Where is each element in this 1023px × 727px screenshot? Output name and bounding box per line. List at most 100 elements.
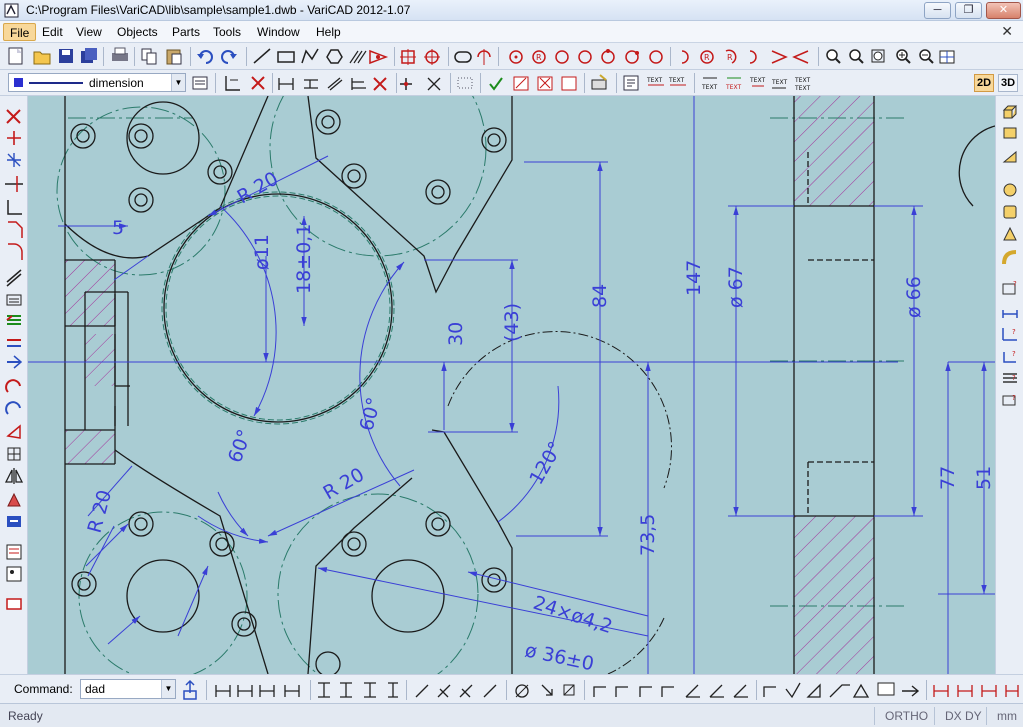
line-tool-icon[interactable] [253, 48, 271, 64]
export-icon[interactable] [183, 679, 197, 700]
circle-tangent-icon[interactable] [601, 49, 615, 64]
redo-icon[interactable] [221, 50, 237, 64]
dim-diameter-icon[interactable] [515, 684, 529, 698]
dim-horizontal-icon[interactable] [278, 78, 294, 90]
tolerance-icon[interactable] [763, 686, 776, 697]
arc-tangent-icon[interactable] [749, 50, 757, 64]
status-dxdy[interactable]: DX DY [934, 707, 982, 725]
dim-h3-icon[interactable] [259, 685, 275, 697]
menu-view[interactable]: View [70, 23, 108, 41]
dim-ordinate3-icon[interactable] [639, 686, 652, 697]
list-entities-icon[interactable] [6, 566, 22, 582]
cylinder-icon[interactable] [1003, 205, 1017, 219]
stretch-icon[interactable] [7, 492, 21, 507]
dim-baseline-icon[interactable] [351, 78, 366, 90]
zoom-in-icon[interactable] [896, 49, 911, 64]
array-icon[interactable] [7, 447, 21, 461]
menu-edit[interactable]: Edit [36, 23, 69, 41]
dim-ordinate2-icon[interactable] [615, 686, 628, 697]
fillet-icon[interactable] [8, 243, 23, 260]
roughness-icon[interactable] [785, 682, 801, 699]
print-icon[interactable] [112, 47, 128, 61]
explode-icon[interactable] [7, 516, 21, 527]
save-all-icon[interactable] [81, 48, 97, 63]
hatch-copy-icon[interactable] [561, 76, 577, 91]
circle-3p-icon[interactable] [578, 50, 592, 64]
dim-aligned-icon[interactable] [327, 77, 343, 91]
cone-icon[interactable] [1003, 226, 1017, 241]
dim-arc-icon[interactable] [563, 684, 575, 696]
copy-entity-icon[interactable] [7, 355, 23, 369]
text-vertical-icon[interactable]: TEXTTEXT [794, 77, 810, 92]
text-align-center-icon[interactable]: TEXT [725, 77, 741, 91]
frame-text-icon[interactable] [877, 682, 895, 696]
mode-3d-button[interactable]: 3D [998, 74, 1018, 92]
properties-icon[interactable] [6, 544, 22, 560]
circle-fillet-icon[interactable] [649, 50, 663, 64]
open-file-icon[interactable] [33, 51, 51, 65]
sphere-icon[interactable] [1003, 183, 1017, 197]
scale-entity-icon[interactable] [6, 424, 21, 439]
maximize-button[interactable]: ❐ [955, 2, 982, 19]
arc-mirror-icon[interactable] [771, 50, 788, 64]
save-icon[interactable] [59, 49, 73, 63]
dim-aligned-c-icon[interactable] [459, 684, 473, 698]
measure-radius-icon[interactable]: ? [1003, 350, 1016, 363]
minimize-button[interactable]: ─ [924, 2, 951, 19]
pattern-icon[interactable] [6, 294, 22, 306]
arc-3p-icon[interactable]: R [725, 49, 737, 64]
rotate-entity-icon[interactable] [5, 379, 21, 393]
leader-icon[interactable] [829, 684, 850, 698]
dim-angle2-icon[interactable] [709, 684, 724, 698]
status-ortho[interactable]: ORTHO [874, 707, 928, 725]
dim-v3-icon[interactable] [364, 682, 376, 698]
delete-entity-icon[interactable] [6, 109, 21, 124]
rectangle-tool-icon[interactable] [277, 51, 295, 63]
text-edit2-icon[interactable]: TEXT [668, 77, 686, 86]
block-icon[interactable] [591, 74, 607, 90]
dim-edit2-icon[interactable] [957, 685, 973, 697]
document-close-icon[interactable]: ✕ [1001, 23, 1013, 40]
hatch-delete-icon[interactable] [537, 76, 553, 91]
arc-icon[interactable] [681, 50, 689, 64]
zoom-all-icon[interactable] [849, 49, 864, 64]
measure-mass-icon[interactable]: ? [1002, 394, 1016, 406]
trim-icon[interactable] [5, 176, 23, 192]
dim-angle-icon[interactable] [685, 684, 700, 698]
dim-edit4-icon[interactable] [1005, 685, 1019, 697]
dim-delete-icon[interactable] [251, 76, 265, 90]
scale-xy-icon[interactable] [427, 77, 441, 91]
move-icon[interactable] [400, 78, 412, 90]
dim-h2-icon[interactable] [237, 685, 253, 697]
arrow-right-icon[interactable] [902, 685, 920, 697]
menu-window[interactable]: Window [251, 23, 306, 41]
extend-icon[interactable] [7, 200, 22, 215]
menu-help[interactable]: Help [310, 23, 347, 41]
frame-icon[interactable] [6, 598, 22, 610]
move-entity-icon[interactable] [7, 339, 21, 347]
circle-center-icon[interactable] [509, 50, 523, 64]
pipe-icon[interactable] [1002, 250, 1017, 265]
arc-radius-icon[interactable]: R [700, 50, 714, 64]
dim-ordinate4-icon[interactable] [661, 686, 674, 697]
menu-parts[interactable]: Parts [166, 23, 206, 41]
arrow-tool-icon[interactable] [369, 49, 389, 65]
measure-distance-icon[interactable] [1002, 310, 1018, 318]
text-align-left-icon[interactable]: TEXT [701, 77, 717, 91]
text-insert-icon[interactable]: TEXT [646, 77, 664, 86]
circle-tangent2-icon[interactable] [625, 50, 639, 64]
weld-icon[interactable] [806, 683, 821, 698]
chamfer-icon[interactable] [8, 221, 23, 238]
dim-v2-icon[interactable] [340, 682, 352, 698]
text-edit-icon[interactable] [623, 75, 639, 91]
circle-radius-icon[interactable]: R [532, 50, 546, 64]
hatch-tool-icon[interactable] [349, 50, 367, 64]
dim-h-icon[interactable] [215, 685, 231, 697]
hatch-fill-icon[interactable] [6, 269, 22, 287]
hatch-edit-icon[interactable] [513, 76, 529, 91]
check-icon[interactable] [489, 77, 503, 91]
dim-v-icon[interactable] [318, 682, 330, 698]
arc-reverse-icon[interactable] [792, 50, 809, 64]
polyline-tool-icon[interactable] [301, 48, 319, 64]
new-file-icon[interactable] [8, 47, 23, 65]
